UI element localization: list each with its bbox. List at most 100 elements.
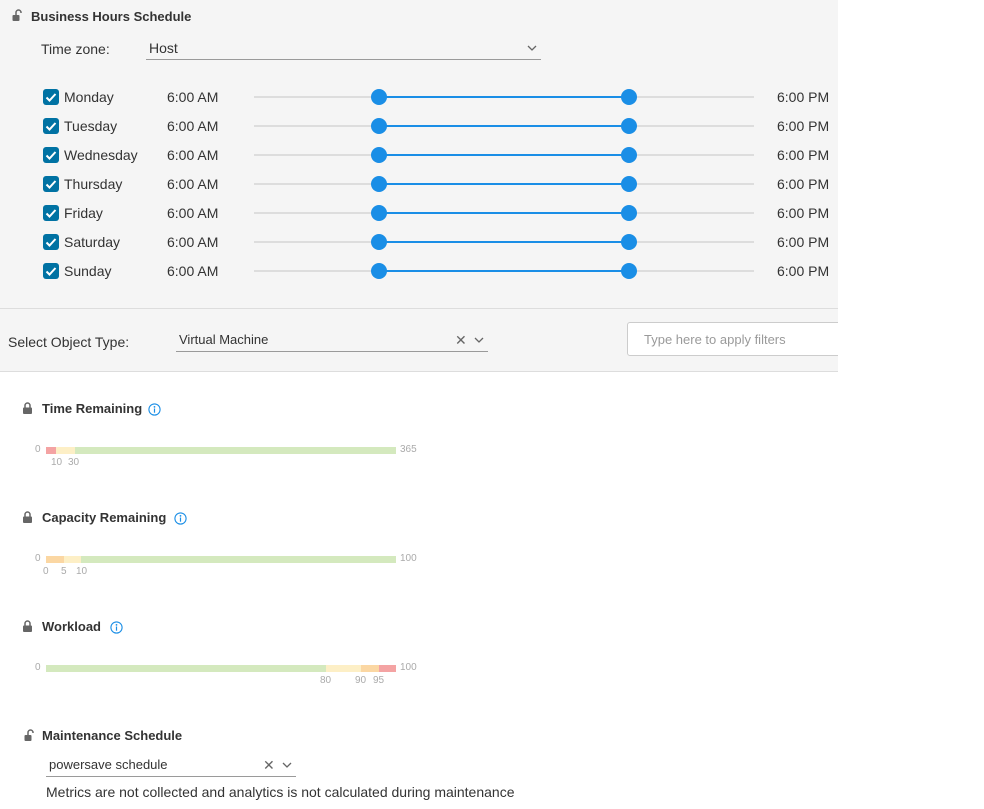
slider-start-handle[interactable] — [371, 89, 387, 105]
threshold-segment-immediate — [55, 447, 75, 454]
day-checkbox[interactable] — [43, 176, 59, 192]
threshold-title: Time Remaining — [42, 401, 143, 416]
check-icon — [45, 180, 57, 189]
time-range-slider-range — [379, 154, 629, 156]
end-time-label: 6:00 PM — [777, 176, 830, 192]
object-type-value: Virtual Machine — [179, 332, 269, 347]
chevron-down-icon[interactable] — [281, 756, 293, 774]
day-row: Wednesday 6:00 AM 6:00 PM — [0, 141, 838, 170]
info-icon[interactable] — [110, 621, 123, 634]
time-range-slider-range — [379, 125, 629, 127]
day-label: Saturday — [64, 234, 121, 250]
threshold-segment-normal — [46, 665, 326, 672]
business-hours-title: Business Hours Schedule — [31, 9, 192, 24]
day-checkbox[interactable] — [43, 234, 59, 250]
unlock-icon[interactable] — [12, 9, 23, 21]
time-range-slider-range — [379, 96, 629, 98]
start-time-label: 6:00 AM — [167, 176, 219, 192]
threshold-tick-label: 10 — [76, 566, 88, 577]
threshold-tick-label: 30 — [68, 457, 80, 468]
day-checkbox[interactable] — [43, 147, 59, 163]
threshold-segment-normal — [81, 556, 396, 563]
slider-end-handle[interactable] — [621, 147, 637, 163]
check-icon — [45, 93, 57, 102]
end-time-label: 6:00 PM — [777, 263, 830, 279]
slider-start-handle[interactable] — [371, 147, 387, 163]
day-checkbox[interactable] — [43, 205, 59, 221]
day-row: Saturday 6:00 AM 6:00 PM — [0, 228, 838, 257]
slider-start-handle[interactable] — [371, 234, 387, 250]
threshold-segment-immediate — [63, 556, 81, 563]
maintenance-select[interactable]: powersave schedule ✕ — [46, 754, 296, 777]
object-type-select[interactable]: Virtual Machine ✕ — [176, 329, 488, 352]
threshold-bar — [46, 556, 396, 563]
policy-settings-panel: Business Hours Schedule Time zone: Host … — [0, 0, 838, 809]
day-row: Friday 6:00 AM 6:00 PM — [0, 199, 838, 228]
slider-end-handle[interactable] — [621, 234, 637, 250]
slider-end-handle[interactable] — [621, 176, 637, 192]
maintenance-note: Metrics are not collected and analytics … — [46, 784, 515, 800]
check-icon — [45, 209, 57, 218]
timezone-value: Host — [149, 40, 178, 56]
check-icon — [45, 122, 57, 131]
slider-start-handle[interactable] — [371, 176, 387, 192]
section-divider — [0, 308, 838, 309]
maintenance-title: Maintenance Schedule — [42, 728, 183, 743]
time-range-slider-range — [379, 241, 629, 243]
filter-input[interactable] — [627, 322, 838, 356]
threshold-tick-label: 10 — [51, 457, 63, 468]
time-range-slider-range — [379, 183, 629, 185]
clear-icon[interactable]: ✕ — [455, 331, 467, 349]
threshold-segment-warning — [46, 556, 64, 563]
time-range-slider-range — [379, 212, 629, 214]
threshold-max-label: 100 — [400, 662, 417, 673]
slider-end-handle[interactable] — [621, 89, 637, 105]
slider-end-handle[interactable] — [621, 118, 637, 134]
threshold-tick-label: 80 — [320, 675, 332, 686]
day-label: Monday — [64, 89, 114, 105]
start-time-label: 6:00 AM — [167, 263, 219, 279]
day-label: Tuesday — [64, 118, 118, 134]
slider-start-handle[interactable] — [371, 263, 387, 279]
day-row: Tuesday 6:00 AM 6:00 PM — [0, 112, 838, 141]
time-range-slider-range — [379, 270, 629, 272]
info-icon[interactable] — [174, 512, 187, 525]
threshold-tick-label: 90 — [355, 675, 367, 686]
slider-end-handle[interactable] — [621, 205, 637, 221]
slider-start-handle[interactable] — [371, 118, 387, 134]
threshold-segment-critical — [378, 665, 396, 672]
day-label: Sunday — [64, 263, 112, 279]
lock-icon[interactable] — [22, 620, 33, 632]
threshold-bar — [46, 447, 396, 454]
threshold-max-label: 365 — [400, 444, 417, 455]
threshold-tick-label: 95 — [373, 675, 385, 686]
info-icon[interactable] — [148, 403, 161, 416]
day-label: Wednesday — [64, 147, 138, 163]
unlock-icon[interactable] — [24, 729, 35, 741]
check-icon — [45, 151, 57, 160]
section-divider — [0, 371, 838, 372]
end-time-label: 6:00 PM — [777, 205, 830, 221]
threshold-min-label: 0 — [35, 553, 41, 564]
start-time-label: 6:00 AM — [167, 89, 219, 105]
start-time-label: 6:00 AM — [167, 234, 219, 250]
day-checkbox[interactable] — [43, 89, 59, 105]
day-label: Thursday — [64, 176, 123, 192]
chevron-down-icon[interactable] — [473, 331, 485, 349]
timezone-select[interactable]: Host — [146, 37, 541, 60]
lock-icon[interactable] — [22, 511, 33, 523]
threshold-bar — [46, 665, 396, 672]
day-row: Sunday 6:00 AM 6:00 PM — [0, 257, 838, 286]
day-checkbox[interactable] — [43, 263, 59, 279]
object-type-label: Select Object Type: — [8, 334, 130, 350]
check-icon — [45, 238, 57, 247]
slider-end-handle[interactable] — [621, 263, 637, 279]
clear-icon[interactable]: ✕ — [263, 756, 275, 774]
threshold-max-label: 100 — [400, 553, 417, 564]
end-time-label: 6:00 PM — [777, 234, 830, 250]
lock-icon[interactable] — [22, 402, 33, 414]
slider-start-handle[interactable] — [371, 205, 387, 221]
day-row: Thursday 6:00 AM 6:00 PM — [0, 170, 838, 199]
day-checkbox[interactable] — [43, 118, 59, 134]
threshold-segment-warning — [361, 665, 379, 672]
